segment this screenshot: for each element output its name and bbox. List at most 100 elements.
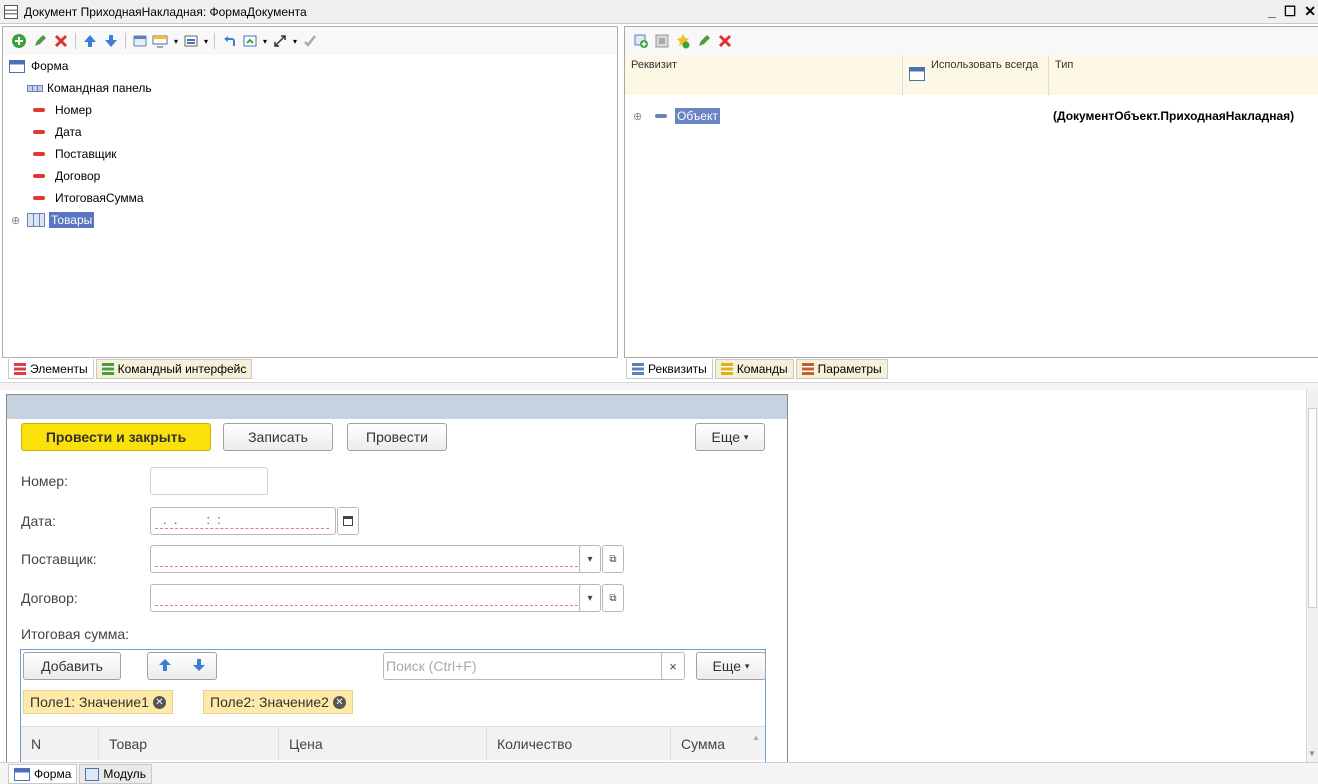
contract-dropdown-button[interactable]: ▾ xyxy=(579,584,601,612)
tab-elements[interactable]: Элементы xyxy=(8,359,94,379)
column-header-attribute[interactable]: Реквизит xyxy=(625,55,903,95)
clear-search-button[interactable]: × xyxy=(661,652,685,680)
column-header-type[interactable]: Тип xyxy=(1049,55,1318,95)
attribute-row-object[interactable]: ⊕ Объект (ДокументОбъект.ПриходнаяНаклад… xyxy=(633,105,1318,127)
required-underline xyxy=(155,605,593,606)
maximize-button[interactable]: ☐ xyxy=(1284,3,1297,20)
add-attribute-icon[interactable] xyxy=(631,31,651,51)
table-icon xyxy=(27,213,45,227)
tree-item-goods[interactable]: ⊕ Товары xyxy=(11,209,95,231)
open-icon: ⧉ xyxy=(609,592,617,604)
required-underline xyxy=(155,528,329,529)
tree-item-label: Договор xyxy=(55,169,101,183)
command-panel-icon xyxy=(27,84,43,92)
minimize-button[interactable]: _ xyxy=(1268,3,1276,20)
calendar-button[interactable] xyxy=(337,507,359,535)
remove-filter-icon[interactable]: ✕ xyxy=(152,695,166,709)
tab-attributes[interactable]: Реквизиты xyxy=(626,359,713,379)
filter-chip[interactable]: Поле2: Значение2 ✕ xyxy=(203,690,353,714)
tree-item-label: Форма xyxy=(31,59,69,73)
supplier-open-button[interactable]: ⧉ xyxy=(602,545,624,573)
post-button[interactable]: Провести xyxy=(347,423,447,451)
tab-command-interface[interactable]: Командный интерфейс xyxy=(95,359,253,379)
add-nested-icon[interactable] xyxy=(673,31,693,51)
number-input[interactable] xyxy=(150,467,268,495)
field-icon[interactable] xyxy=(181,31,201,51)
undo-arrow-icon[interactable] xyxy=(219,31,239,51)
tree-item-form[interactable]: Форма xyxy=(9,55,68,77)
column-header-n[interactable]: N xyxy=(21,727,99,761)
chevron-down-icon[interactable]: ▾ xyxy=(172,31,180,51)
tree-item-total[interactable]: ИтоговаяСумма xyxy=(33,187,144,209)
expand-icon[interactable]: ⊕ xyxy=(633,110,645,123)
field-element-icon xyxy=(33,152,45,156)
add-column-icon[interactable] xyxy=(652,31,672,51)
table-more-button[interactable]: Еще ▾ xyxy=(696,652,766,680)
close-button[interactable]: ✕ xyxy=(1304,3,1316,20)
resize-arrow-icon[interactable] xyxy=(270,31,290,51)
window-title-bar: Документ ПриходнаяНакладная: ФормаДокуме… xyxy=(0,0,1318,24)
move-up-icon[interactable] xyxy=(158,658,172,675)
contract-open-button[interactable]: ⧉ xyxy=(602,584,624,612)
form-icon xyxy=(14,767,30,781)
tree-item-date[interactable]: Дата xyxy=(33,121,82,143)
add-row-button[interactable]: Добавить xyxy=(23,652,121,680)
group-icon[interactable] xyxy=(130,31,150,51)
remove-filter-icon[interactable]: ✕ xyxy=(332,695,346,709)
supplier-input[interactable] xyxy=(150,545,600,573)
delete-icon[interactable] xyxy=(715,31,735,51)
chevron-down-icon[interactable]: ▾ xyxy=(291,31,299,51)
move-down-icon[interactable] xyxy=(101,31,121,51)
column-header-price[interactable]: Цена xyxy=(279,727,487,761)
filter-chip[interactable]: Поле1: Значение1 ✕ xyxy=(23,690,173,714)
column-header-quantity[interactable]: Количество xyxy=(487,727,671,761)
column-header-sum[interactable]: Сумма xyxy=(671,727,747,761)
form-view-icon[interactable] xyxy=(240,31,260,51)
elements-tabs: Элементы Командный интерфейс xyxy=(8,359,253,379)
column-label: Реквизит xyxy=(631,59,677,71)
tree-item-label: ИтоговаяСумма xyxy=(55,191,144,205)
chevron-down-icon[interactable]: ▾ xyxy=(202,31,210,51)
edit-icon[interactable] xyxy=(694,31,714,51)
column-label: Цена xyxy=(289,736,323,752)
more-button[interactable]: Еще ▾ xyxy=(695,423,765,451)
column-header-goods[interactable]: Товар xyxy=(99,727,279,761)
save-button[interactable]: Записать xyxy=(223,423,333,451)
column-header-use-always[interactable]: Использовать всегда xyxy=(903,55,1049,95)
use-always-icon xyxy=(909,67,925,81)
scrollbar-thumb[interactable] xyxy=(1308,408,1317,608)
tab-commands[interactable]: Команды xyxy=(714,359,794,379)
chevron-down-icon[interactable]: ▾ xyxy=(261,31,269,51)
tab-parameters[interactable]: Параметры xyxy=(795,359,888,379)
elements-toolbar: ▾ ▾ ▾ ▾ xyxy=(3,27,617,55)
column-label: Использовать всегда xyxy=(931,59,1039,71)
tab-form[interactable]: Форма xyxy=(8,764,78,784)
vertical-scrollbar[interactable]: ▼ xyxy=(1306,390,1318,762)
tree-item-number[interactable]: Номер xyxy=(33,99,92,121)
check-icon[interactable] xyxy=(300,31,320,51)
supplier-dropdown-button[interactable]: ▾ xyxy=(579,545,601,573)
scroll-down-icon[interactable]: ▼ xyxy=(1308,749,1316,758)
field-element-icon xyxy=(33,130,45,134)
tree-item-supplier[interactable]: Поставщик xyxy=(33,143,117,165)
expand-icon[interactable]: ⊕ xyxy=(11,214,23,227)
scroll-up-icon[interactable]: ▲ xyxy=(747,727,765,761)
move-down-icon[interactable] xyxy=(192,658,206,675)
delete-icon[interactable] xyxy=(51,31,71,51)
chevron-down-icon: ▾ xyxy=(743,431,749,442)
edit-icon[interactable] xyxy=(30,31,50,51)
move-up-icon[interactable] xyxy=(80,31,100,51)
tab-module[interactable]: Модуль xyxy=(79,764,152,784)
add-icon[interactable] xyxy=(9,31,29,51)
post-and-close-button[interactable]: Провести и закрыть xyxy=(21,423,211,451)
tree-item-contract[interactable]: Договор xyxy=(33,165,100,187)
panel-icon[interactable] xyxy=(151,31,171,51)
search-input[interactable]: Поиск (Ctrl+F) xyxy=(383,652,683,680)
attributes-pane: Реквизит Использовать всегда Тип ⊕ Объек… xyxy=(624,26,1318,358)
bottom-tab-bar: Форма Модуль xyxy=(0,762,1318,784)
tree-item-command-panel[interactable]: Командная панель xyxy=(27,77,152,99)
splitter[interactable] xyxy=(0,382,1318,390)
contract-input[interactable] xyxy=(150,584,600,612)
date-input[interactable]: . . : : xyxy=(150,507,336,535)
tab-label: Реквизиты xyxy=(648,361,707,376)
